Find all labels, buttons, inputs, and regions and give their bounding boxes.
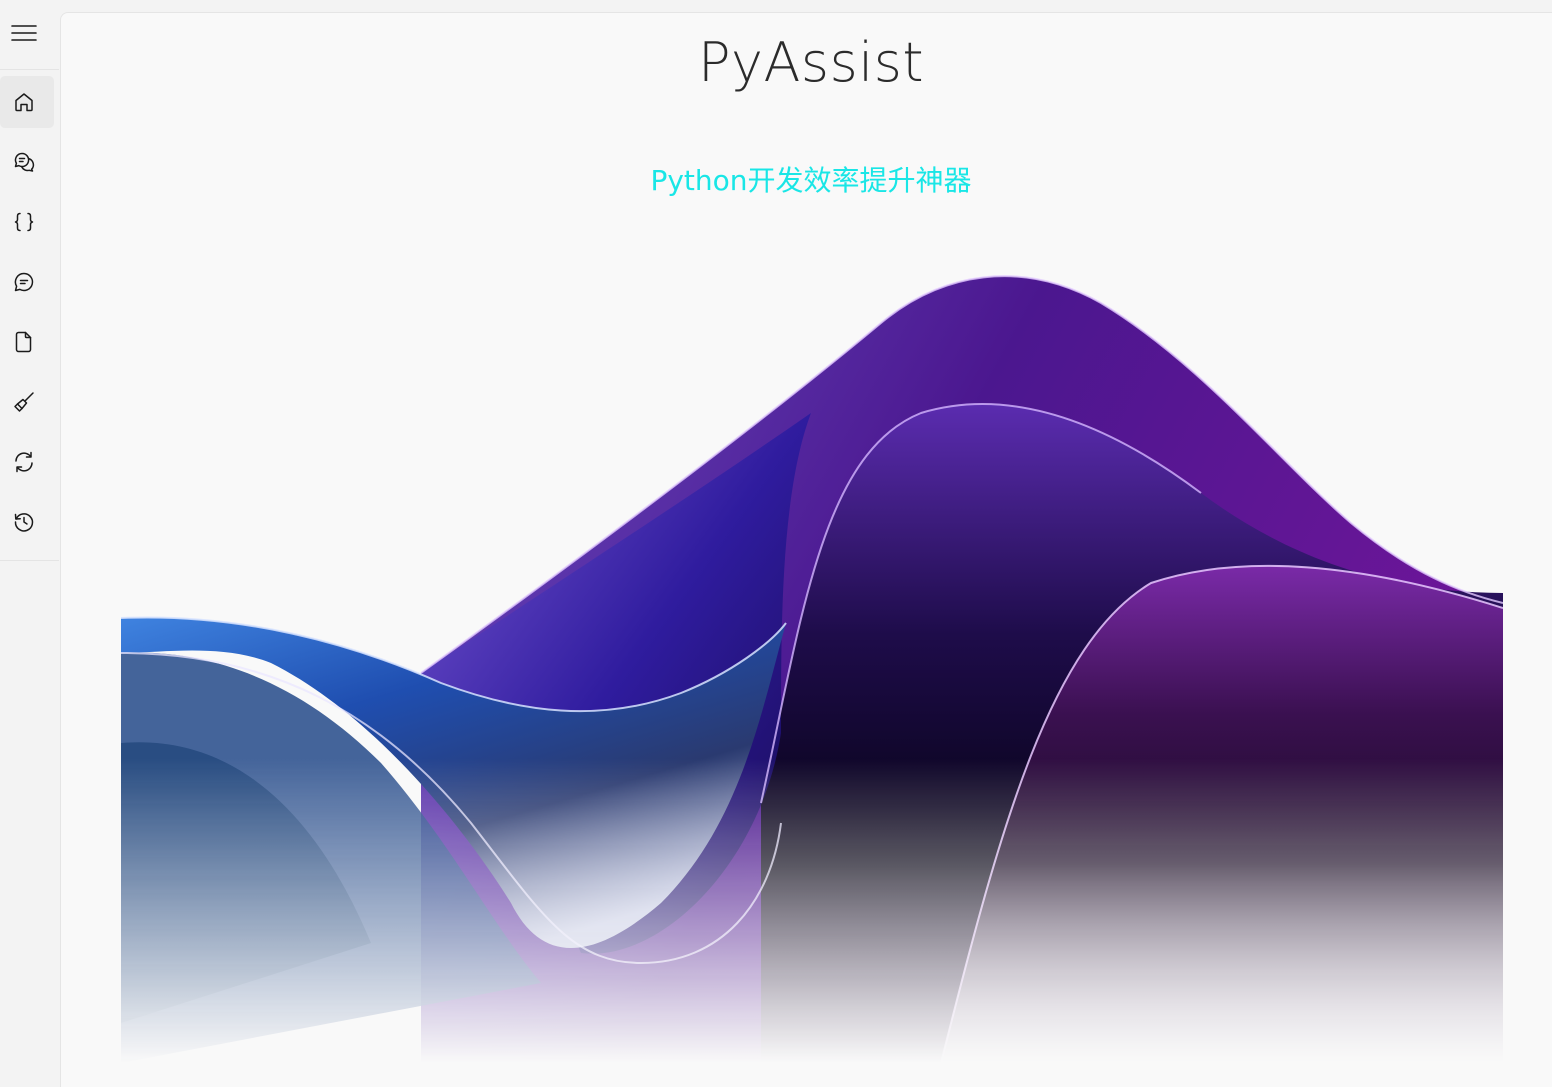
sidebar-divider-bottom — [0, 560, 59, 561]
nav-item-home[interactable] — [0, 76, 54, 128]
code-braces-icon — [12, 210, 36, 234]
chat-bubbles-icon — [12, 150, 36, 174]
sync-icon — [12, 450, 36, 474]
page-subtitle: Python开发效率提升神器 — [650, 164, 972, 197]
home-page: PyAssist Python开发效率提升神器 — [60, 12, 1552, 1087]
navigation-sidebar — [0, 0, 60, 1087]
nav-item-message[interactable] — [0, 256, 54, 308]
document-icon — [12, 330, 36, 354]
history-icon — [12, 510, 36, 534]
sidebar-divider-top — [0, 69, 59, 70]
banner-image — [121, 275, 1503, 1063]
nav-item-document[interactable] — [0, 316, 54, 368]
page-title: PyAssist — [697, 31, 925, 94]
nav-item-history[interactable] — [0, 496, 54, 548]
hamburger-menu-icon — [11, 23, 37, 47]
home-icon — [12, 90, 36, 114]
brush-icon — [12, 390, 36, 414]
nav-item-sync[interactable] — [0, 436, 54, 488]
nav-list — [0, 76, 59, 556]
nav-item-chat[interactable] — [0, 136, 54, 188]
nav-item-brush[interactable] — [0, 376, 54, 428]
nav-item-code[interactable] — [0, 196, 54, 248]
menu-toggle-button[interactable] — [6, 13, 42, 57]
message-icon — [12, 270, 36, 294]
